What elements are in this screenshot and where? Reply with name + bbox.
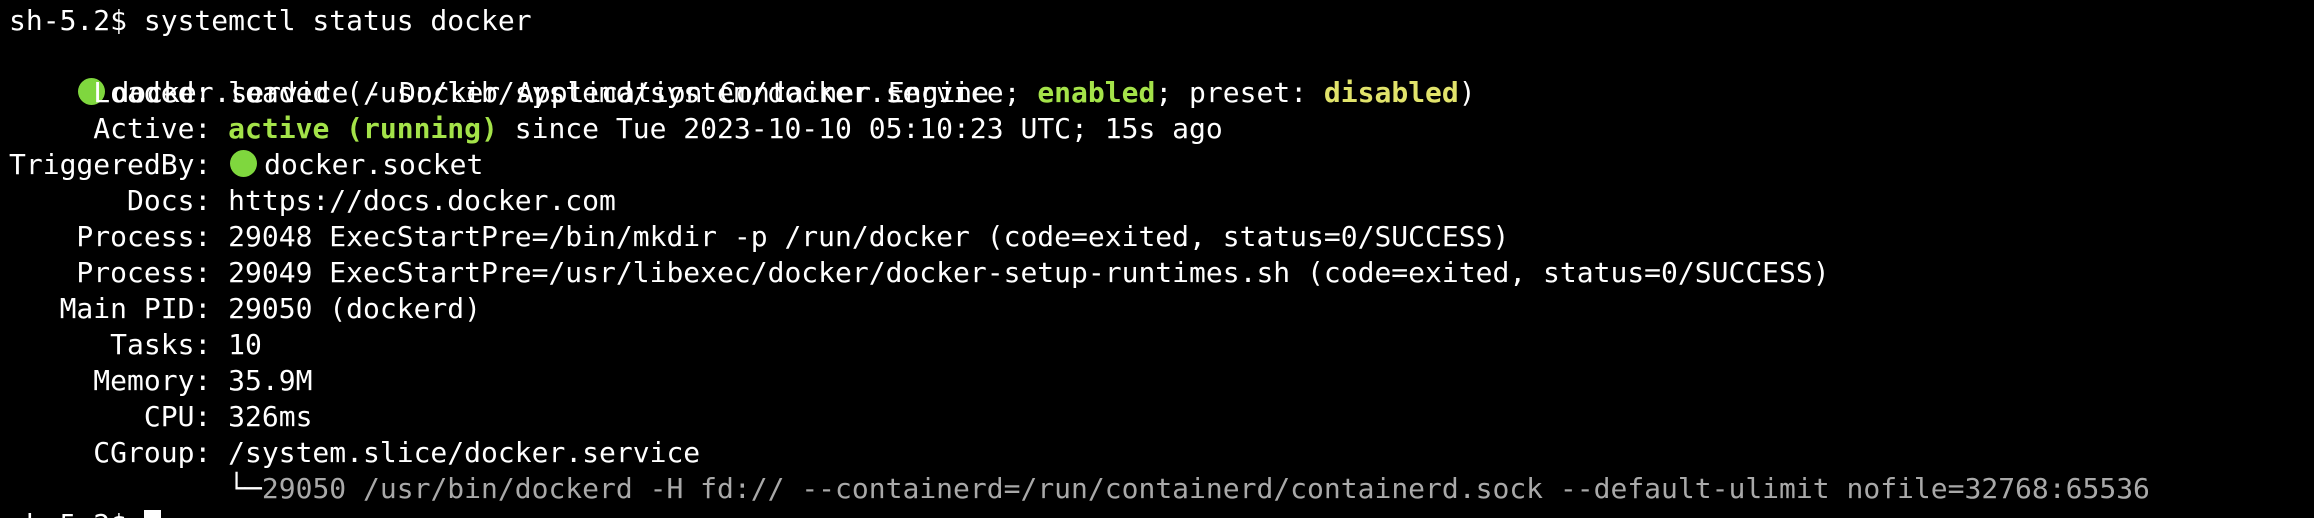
cpu-line: CPU: 326ms	[9, 400, 313, 433]
loaded-suffix: )	[1458, 76, 1476, 109]
docs-line: Docs: https://docs.docker.com	[9, 184, 616, 217]
service-line: docker.service - Docker Application Cont…	[9, 39, 2314, 109]
loaded-label: Loaded:	[9, 76, 229, 109]
active-state: active (running)	[228, 112, 498, 145]
triggered-by-label: TriggeredBy:	[9, 148, 229, 181]
shell-prompt: sh-5.2$	[9, 508, 144, 518]
cursor	[143, 510, 161, 518]
main-pid-line: Main PID: 29050 (dockerd)	[9, 292, 482, 325]
socket-status-dot-icon	[230, 150, 258, 177]
process-line-1: Process: 29048 ExecStartPre=/bin/mkdir -…	[9, 220, 1510, 253]
active-rest: since Tue 2023-10-10 05:10:23 UTC; 15s a…	[497, 112, 1223, 145]
enabled-status: enabled	[1037, 76, 1156, 109]
loaded-middle: ; preset:	[1155, 76, 1324, 109]
process-line-2: Process: 29049 ExecStartPre=/usr/libexec…	[9, 256, 1830, 289]
loaded-line: Loaded: loaded (/usr/lib/systemd/system/…	[9, 75, 2314, 111]
triggered-by-line: TriggeredBy: docker.socket	[9, 147, 2314, 183]
tasks-line: Tasks: 10	[9, 328, 262, 361]
cgroup-tree-prefix: └─	[9, 472, 262, 505]
loaded-prefix: loaded (/usr/lib/systemd/system/docker.s…	[228, 76, 1038, 109]
memory-line: Memory: 35.9M	[9, 364, 313, 397]
cgroup-tree-value: 29050 /usr/bin/dockerd -H fd:// --contai…	[261, 472, 2150, 505]
cgroup-line: CGroup: /system.slice/docker.service	[9, 436, 701, 469]
preset-status: disabled	[1323, 76, 1459, 109]
prompt-line[interactable]: sh-5.2$	[9, 507, 2314, 518]
terminal-window[interactable]: sh-5.2$ systemctl status docker docker.s…	[0, 0, 2314, 518]
cgroup-tree-line: └─29050 /usr/bin/dockerd -H fd:// --cont…	[9, 471, 2314, 507]
triggered-by-value: docker.socket	[264, 148, 484, 181]
command-line: sh-5.2$ systemctl status docker	[9, 4, 532, 37]
active-label: Active:	[9, 112, 229, 145]
active-line: Active: active (running) since Tue 2023-…	[9, 111, 2314, 147]
